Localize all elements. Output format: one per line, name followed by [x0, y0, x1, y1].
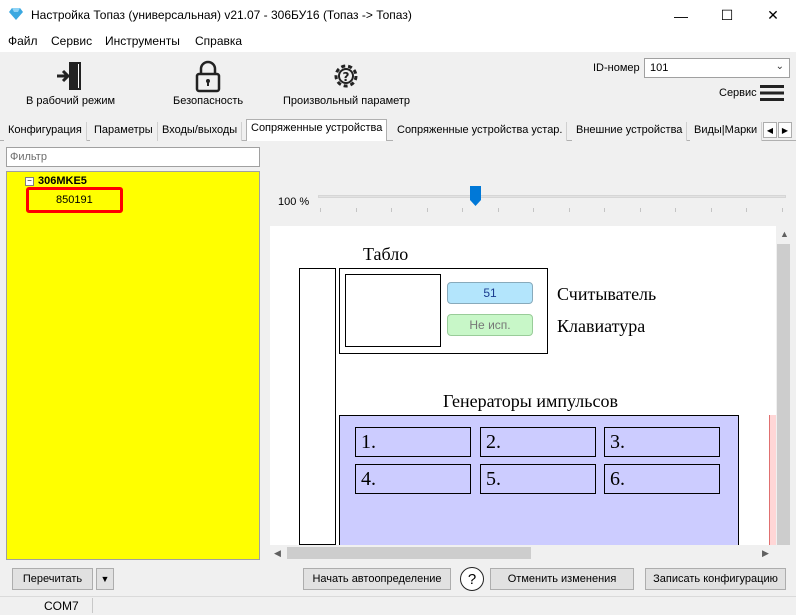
app-diamond-icon [9, 8, 23, 20]
zoom-slider-thumb[interactable] [470, 186, 481, 206]
slider-tick [497, 208, 499, 212]
work-mode-label: В рабочий режим [26, 95, 116, 107]
menu-service[interactable]: Сервис [51, 34, 92, 48]
tablo-display [345, 274, 441, 347]
selection-highlight [26, 187, 123, 213]
gear-question-icon: ? [334, 64, 358, 88]
generator-cell[interactable]: 6. [604, 464, 720, 494]
tab-scroll-right-button[interactable]: ▶ [778, 122, 792, 138]
id-number-label: ID-номер [593, 62, 640, 74]
id-number-value: 101 [650, 62, 669, 74]
scroll-left-icon[interactable]: ◀ [274, 548, 281, 559]
generator-cell[interactable]: 1. [355, 427, 471, 457]
help-icon[interactable]: ? [460, 567, 484, 591]
slider-tick [462, 208, 463, 212]
minimize-button[interactable]: — [658, 0, 704, 31]
slider-tick [568, 208, 570, 212]
exit-door-icon [57, 62, 81, 90]
padlock-icon [195, 60, 221, 93]
generator-cell[interactable]: 5. [480, 464, 596, 494]
status-divider [92, 598, 93, 613]
status-bar [0, 596, 796, 615]
reread-button[interactable]: Перечитать [12, 568, 93, 590]
autodetect-button[interactable]: Начать автоопределение [303, 568, 451, 590]
tab-paired-devices-legacy[interactable]: Сопряженные устройства устар. [393, 122, 568, 141]
service-label: Сервис [719, 87, 757, 99]
custom-parameter-button[interactable]: ? Произвольный параметр [278, 58, 414, 110]
slider-tick [639, 208, 641, 212]
caret-down-icon: ▼ [100, 574, 110, 584]
minimize-icon: — [674, 7, 688, 24]
zoom-label: 100 % [278, 196, 310, 208]
device-tree[interactable] [6, 171, 260, 560]
slider-tick [675, 208, 676, 212]
diagram-canvas[interactable]: Табло 51 Не исп. Считыватель Клавиатура … [270, 226, 776, 545]
slider-tick [604, 208, 605, 212]
tab-external-devices[interactable]: Внешние устройства [572, 122, 688, 141]
chevron-left-icon: ◀ [766, 125, 774, 135]
tree-collapse-icon[interactable]: − [25, 177, 34, 186]
slider-tick [533, 208, 534, 212]
svg-text:?: ? [343, 70, 350, 84]
reader-value-box[interactable]: 51 [447, 282, 533, 304]
slider-tick [781, 208, 783, 212]
slider-tick [426, 208, 428, 212]
horizontal-scroll-thumb[interactable] [287, 547, 531, 559]
status-port: COM7 [44, 599, 79, 613]
chevron-down-icon: ⌄ [775, 61, 784, 72]
zoom-slider-track[interactable] [318, 195, 786, 198]
tab-paired-devices[interactable]: Сопряженные устройства [246, 119, 388, 141]
reread-dropdown-button[interactable]: ▼ [96, 568, 114, 590]
generator-cell[interactable]: 4. [355, 464, 471, 494]
slider-tick [391, 208, 392, 212]
custom-parameter-label: Произвольный параметр [283, 95, 411, 107]
tab-parameters[interactable]: Параметры [90, 122, 158, 141]
generator-cell[interactable]: 2. [480, 427, 596, 457]
cancel-changes-button[interactable]: Отменить изменения [490, 568, 634, 590]
slider-tick [746, 208, 747, 212]
security-label: Безопасность [173, 95, 244, 107]
generators-block[interactable]: 1. 2. 3. 4. 5. 6. [339, 415, 739, 545]
tablo-label: Табло [363, 244, 409, 264]
left-bus-rect [299, 268, 336, 545]
tree-node-root[interactable]: 306MKE5 [38, 175, 87, 187]
close-icon: ✕ [767, 7, 779, 23]
chevron-right-icon: ▶ [781, 125, 789, 135]
slider-tick [320, 208, 321, 212]
slider-tick [710, 208, 712, 212]
scroll-right-icon[interactable]: ▶ [762, 548, 769, 559]
scroll-up-icon[interactable]: ▲ [780, 229, 789, 239]
maximize-icon: ☐ [720, 7, 734, 23]
adjacent-block-edge [769, 415, 776, 545]
generator-cell[interactable]: 3. [604, 427, 720, 457]
menu-help[interactable]: Справка [195, 34, 242, 48]
filter-input[interactable]: Фильтр [6, 147, 260, 167]
reader-label: Считыватель [557, 284, 657, 304]
security-button[interactable]: Безопасность [168, 58, 248, 110]
maximize-button[interactable]: ☐ [704, 0, 750, 31]
vertical-scroll-thumb[interactable] [777, 244, 790, 545]
tab-scroll-left-button[interactable]: ◀ [763, 122, 777, 138]
tab-configuration[interactable]: Конфигурация [4, 122, 87, 141]
menu-file[interactable]: Файл [8, 34, 38, 48]
work-mode-button[interactable]: В рабочий режим [20, 58, 120, 110]
write-config-button[interactable]: Записать конфигурацию [645, 568, 786, 590]
tab-types-brands[interactable]: Виды|Марки [690, 122, 762, 141]
generators-label: Генераторы импульсов [443, 391, 618, 411]
keyboard-label: Клавиатура [557, 316, 646, 336]
menu-tools[interactable]: Инструменты [105, 34, 180, 48]
hamburger-menu-icon[interactable] [760, 84, 784, 102]
tab-inputs-outputs[interactable]: Входы/выходы [158, 122, 243, 141]
window-title: Настройка Топаз (универсальная) v21.07 -… [31, 8, 412, 22]
slider-tick [355, 208, 357, 212]
close-window-button[interactable]: ✕ [750, 0, 796, 31]
id-number-select[interactable]: 101 ⌄ [644, 58, 790, 78]
keyboard-value-box[interactable]: Не исп. [447, 314, 533, 336]
